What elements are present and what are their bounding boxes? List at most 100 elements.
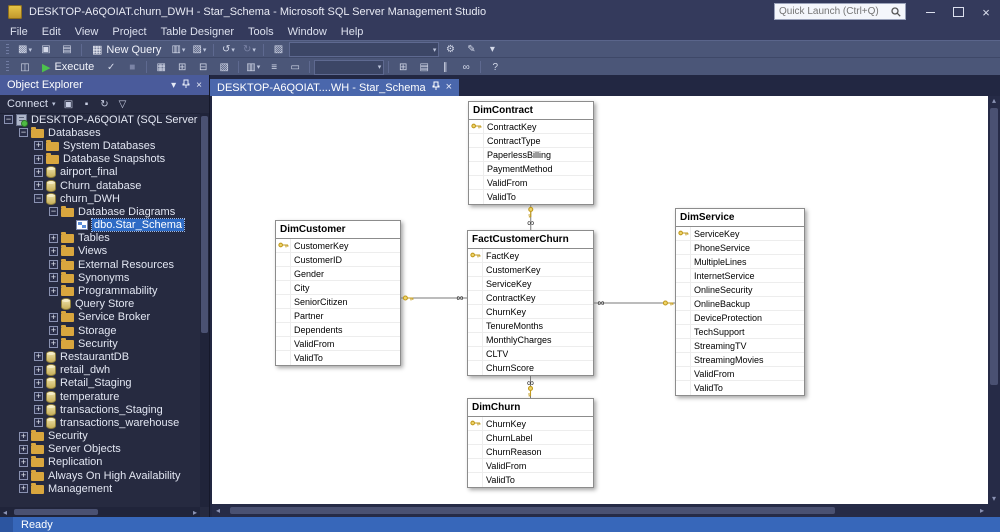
expand-icon[interactable]: + — [19, 471, 28, 481]
tree-item-temperature[interactable]: + temperature — [0, 390, 200, 403]
open-recent-icon[interactable]: ▧ ▾ — [189, 42, 209, 58]
expand-icon[interactable]: + — [49, 326, 58, 336]
view-page-breaks-icon[interactable]: ▭ — [285, 59, 305, 75]
change-connection-icon[interactable]: ◫ — [15, 59, 35, 75]
menu-project[interactable]: Project — [105, 24, 153, 40]
tree-item-dbo-star-schema[interactable]: dbo.Star_Schema — [0, 218, 200, 233]
collapse-icon[interactable]: − — [4, 115, 13, 125]
activity-monitor-icon[interactable]: ▨ — [268, 42, 288, 58]
menu-window[interactable]: Window — [281, 24, 334, 40]
quick-launch-input[interactable] — [775, 6, 891, 17]
quick-launch[interactable] — [774, 3, 906, 20]
tree-item-retail-dwh[interactable]: + retail_dwh — [0, 364, 200, 377]
menu-edit[interactable]: Edit — [35, 24, 68, 40]
expand-icon[interactable]: + — [49, 246, 58, 256]
tree-item-restaurantdb[interactable]: + RestaurantDB — [0, 350, 200, 363]
expand-icon[interactable]: + — [49, 260, 58, 270]
tree-item-churn-dwh[interactable]: − churn_DWH — [0, 192, 200, 205]
tree-item-retail-staging[interactable]: + Retail_Staging — [0, 377, 200, 390]
tree-item-databases[interactable]: − Databases — [0, 126, 200, 139]
scroll-left-icon[interactable]: ◂ — [212, 506, 224, 515]
autosize-tables-icon[interactable]: ▤ — [414, 59, 434, 75]
menu-tools[interactable]: Tools — [241, 24, 281, 40]
help-icon[interactable]: ? — [485, 59, 505, 75]
expand-icon[interactable]: + — [34, 352, 43, 362]
close-button[interactable]: × — [972, 0, 1000, 24]
scrollbar-thumb[interactable] — [201, 116, 208, 333]
tree-item-synonyms[interactable]: + Synonyms — [0, 271, 200, 284]
scroll-left-icon[interactable]: ◂ — [0, 508, 10, 517]
zoom-combo[interactable]: ▾ — [314, 59, 385, 75]
tree-item-programmability[interactable]: + Programmability — [0, 284, 200, 297]
scrollbar-thumb[interactable] — [230, 507, 836, 514]
maximize-button[interactable] — [944, 0, 972, 24]
add-table-icon[interactable]: ⊞ — [172, 59, 192, 75]
tree-item-views[interactable]: + Views — [0, 245, 200, 258]
scrollbar-thumb[interactable] — [990, 108, 998, 386]
expand-icon[interactable]: + — [34, 378, 43, 388]
remove-table-icon[interactable]: ⊟ — [193, 59, 213, 75]
tree-item-database-diagrams[interactable]: − Database Diagrams — [0, 205, 200, 218]
expand-icon[interactable]: + — [34, 167, 43, 177]
diagram-table-dimservice[interactable]: DimService ServiceKey PhoneService Multiple… — [675, 208, 805, 396]
tree-item-security[interactable]: + Security — [0, 337, 200, 350]
window-position-icon[interactable]: ▾ — [171, 80, 176, 91]
register-server-icon[interactable]: ▣ — [61, 97, 77, 112]
object-explorer-horizontal-scrollbar[interactable]: ◂ ▸ — [0, 507, 200, 517]
redo-icon[interactable]: ↻ ▾ — [239, 42, 259, 58]
object-explorer-vertical-scrollbar[interactable] — [200, 113, 209, 507]
arrange-tables-icon[interactable]: ⊞ — [393, 59, 413, 75]
diagram-table-dimchurn[interactable]: DimChurn ChurnKey ChurnLabel ChurnReason Val… — [467, 398, 594, 488]
undo-icon[interactable]: ↺ ▾ — [218, 42, 238, 58]
tree-item-database-snapshots[interactable]: + Database Snapshots — [0, 153, 200, 166]
scrollbar-thumb[interactable] — [14, 509, 98, 515]
diagram-table-factcustomerchurn[interactable]: FactCustomerChurn FactKey CustomerKey Servi… — [467, 230, 594, 376]
tree-item-churn-database[interactable]: + Churn_database — [0, 179, 200, 192]
tab-close-icon[interactable]: × — [446, 82, 452, 93]
tree-item-query-store[interactable]: Query Store — [0, 298, 200, 311]
expand-icon[interactable]: + — [34, 365, 43, 375]
panel-close-icon[interactable]: × — [196, 80, 202, 91]
tree-item-airport-final[interactable]: + airport_final — [0, 166, 200, 179]
collapse-icon[interactable]: − — [19, 128, 28, 138]
tree-item-service-broker[interactable]: + Service Broker — [0, 311, 200, 324]
expand-icon[interactable]: + — [19, 457, 28, 467]
diagram-table-dimcontract[interactable]: DimContract ContractKey ContractType Paperl… — [468, 101, 594, 205]
add-related-tables-icon[interactable]: ▧ — [214, 59, 234, 75]
tree-item-security[interactable]: + Security — [0, 430, 200, 443]
execute-button[interactable]: ▶ Execute — [36, 59, 100, 75]
tab-pin-icon[interactable] — [432, 81, 440, 94]
menu-view[interactable]: View — [68, 24, 106, 40]
new-database-engine-query-icon[interactable]: ▥ ▾ — [168, 42, 188, 58]
scroll-right-icon[interactable]: ▸ — [976, 506, 988, 515]
minimize-button[interactable] — [916, 0, 944, 24]
expand-icon[interactable]: + — [19, 484, 28, 494]
edit-icon[interactable]: ✎ — [461, 42, 481, 58]
expand-icon[interactable]: + — [34, 154, 43, 164]
search-combo[interactable]: ▾ — [289, 42, 440, 57]
tree-item-server-objects[interactable]: + Server Objects — [0, 443, 200, 456]
properties-icon[interactable]: ⚙ — [440, 42, 460, 58]
scroll-right-icon[interactable]: ▸ — [190, 508, 200, 517]
tree-item-external-resources[interactable]: + External Resources — [0, 258, 200, 271]
expand-icon[interactable]: + — [34, 405, 43, 415]
open-file-icon[interactable]: ▣ — [36, 42, 56, 58]
diagram-vertical-scrollbar[interactable]: ▴ ▾ — [988, 96, 1000, 504]
collapse-icon[interactable]: − — [49, 207, 58, 217]
toolbar-overflow-icon[interactable]: ▾ — [482, 42, 502, 58]
expand-icon[interactable]: + — [34, 181, 43, 191]
pin-icon[interactable] — [182, 79, 190, 92]
expand-icon[interactable]: + — [49, 312, 58, 322]
tree-item-tables[interactable]: + Tables — [0, 232, 200, 245]
diagram-horizontal-scrollbar[interactable]: ◂ ▸ — [212, 504, 988, 517]
save-icon[interactable]: ▤ — [57, 42, 77, 58]
new-table-icon[interactable]: ▦ — [151, 59, 171, 75]
expand-icon[interactable]: + — [19, 444, 28, 454]
tree-item-transactions-warehouse[interactable]: + transactions_warehouse — [0, 416, 200, 429]
tree-item-replication[interactable]: + Replication — [0, 456, 200, 469]
align-tables-icon[interactable]: ∥ — [435, 59, 455, 75]
new-item-icon[interactable]: ▩ ▾ — [15, 42, 35, 58]
collapse-icon[interactable]: − — [34, 194, 43, 204]
expand-icon[interactable]: + — [34, 392, 43, 402]
expand-icon[interactable]: + — [49, 273, 58, 283]
